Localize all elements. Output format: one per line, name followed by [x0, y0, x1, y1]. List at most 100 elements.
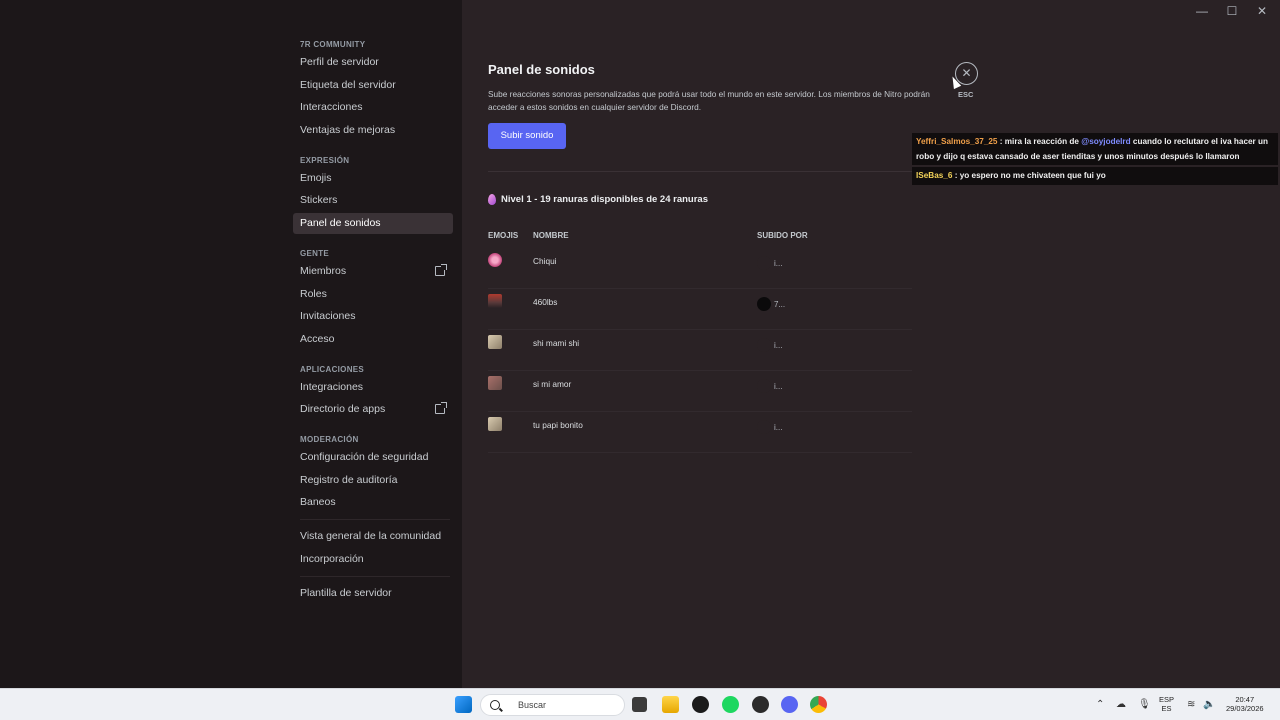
sidebar-item-label: Directorio de apps [300, 403, 386, 416]
sound-name: Chiqui [533, 256, 557, 266]
sound-row[interactable]: tu papi bonito i... [488, 412, 912, 453]
sidebar-item-incorporacion[interactable]: Incorporación [293, 549, 453, 570]
category-people: GENTE [300, 248, 330, 258]
task-view-icon[interactable] [632, 697, 647, 712]
sidebar-item-baneos[interactable]: Baneos [293, 492, 453, 513]
uploader-name: 7... [774, 299, 786, 309]
clock[interactable]: 20:47 29/03/2026 [1226, 695, 1264, 713]
window-controls: — ☐ ✕ [1196, 4, 1268, 18]
external-link-icon [435, 263, 447, 276]
avatar [757, 338, 771, 352]
divider [300, 519, 450, 521]
uploader-name: i... [774, 340, 783, 350]
stream-chat-overlay: Yeffri_Salmos_37_25 : mira la reacción d… [912, 133, 1278, 187]
clock-date: 29/03/2026 [1226, 704, 1264, 713]
sidebar-item-plantilla[interactable]: Plantilla de servidor [293, 583, 453, 604]
sidebar-item-auditoria[interactable]: Registro de auditoría [293, 470, 453, 491]
boost-level: Nivel 1 - 19 ranuras disponibles de 24 r… [488, 194, 708, 205]
sound-name: shi mami shi [533, 338, 580, 348]
avatar [757, 379, 771, 393]
cloud-icon[interactable]: ☁ [1116, 699, 1126, 710]
sound-uploader: i... [757, 420, 782, 434]
volume-icon[interactable]: 🔈 [1203, 699, 1215, 710]
column-header-emojis: EMOJIS [488, 231, 519, 240]
sound-uploader: i... [757, 379, 782, 393]
chat-text: : mira la reacción de [997, 137, 1082, 146]
chrome-icon[interactable] [810, 696, 827, 713]
sound-uploader: 7... [757, 297, 785, 311]
column-header-name: NOMBRE [533, 231, 569, 240]
language-indicator[interactable]: ESP ES [1159, 695, 1174, 713]
sound-name: si mi amor [533, 379, 572, 389]
microphone-icon[interactable]: 🎙 [1138, 699, 1151, 710]
avatar [757, 256, 771, 270]
sound-emoji-icon [488, 335, 502, 349]
sound-row[interactable]: shi mami shi i... [488, 330, 912, 371]
clock-time: 20:47 [1235, 695, 1255, 704]
sound-emoji-icon [488, 294, 502, 308]
sidebar-item-integraciones[interactable]: Integraciones [293, 377, 453, 398]
windows-start-icon[interactable] [455, 696, 472, 713]
category-moderation: MODERACIÓN [300, 434, 359, 444]
soundboard-panel: Panel de sonidos Sube reacciones sonoras… [462, 0, 1280, 688]
page-description: Sube reacciones sonoras personalizadas q… [488, 89, 930, 112]
taskbar: Buscar ⌃ ☁ 🎙 ESP ES ≋ 🔈 20:47 29/03/2026 [0, 688, 1280, 720]
spotify-icon[interactable] [722, 696, 739, 713]
sidebar-item-panel-sonidos[interactable]: Panel de sonidos [293, 213, 453, 235]
sound-row[interactable]: si mi amor i... [488, 371, 912, 412]
sidebar-item-miembros[interactable]: Miembros [293, 261, 453, 282]
search-placeholder: Buscar [518, 700, 547, 710]
sidebar-item-comunidad[interactable]: Vista general de la comunidad [293, 526, 453, 547]
page-title: Panel de sonidos [488, 62, 595, 77]
sidebar-item-directorio[interactable]: Directorio de apps [293, 399, 453, 420]
sound-name: tu papi bonito [533, 420, 583, 430]
wifi-icon[interactable]: ≋ [1187, 699, 1195, 710]
sidebar-item-ventajas[interactable]: Ventajas de mejoras [293, 120, 453, 141]
sidebar-item-stickers[interactable]: Stickers [293, 190, 453, 211]
chat-message: Yeffri_Salmos_37_25 : mira la reacción d… [912, 133, 1278, 165]
sidebar-item-acceso[interactable]: Acceso [293, 329, 453, 350]
language-code: ESP [1159, 695, 1175, 704]
sidebar-item-roles[interactable]: Roles [293, 284, 453, 305]
sidebar-item-etiqueta[interactable]: Etiqueta del servidor [293, 75, 453, 96]
sidebar-item-label: Miembros [300, 264, 347, 277]
maximize-icon[interactable]: ☐ [1226, 4, 1238, 18]
sound-name: 460lbs [533, 297, 558, 307]
category-server-name: 7R COMMUNITY [300, 40, 366, 49]
chat-mention: @soyjodelrd [1081, 137, 1131, 146]
app-icon[interactable] [752, 696, 769, 713]
sound-uploader: i... [757, 338, 782, 352]
esc-label: ESC [958, 90, 974, 99]
chat-text: : yo espero no me chivateen que fui yo [952, 171, 1106, 180]
search-icon [490, 700, 500, 710]
sound-row[interactable]: Chiqui i... [488, 248, 912, 289]
upload-sound-button[interactable]: Subir sonido [488, 123, 566, 149]
sound-emoji-icon [488, 253, 502, 267]
category-apps: APLICACIONES [300, 364, 365, 374]
discord-icon[interactable] [781, 696, 798, 713]
sidebar-item-seguridad[interactable]: Configuración de seguridad [293, 447, 453, 468]
chat-message: ISeBas_6 : yo espero no me chivateen que… [912, 167, 1278, 185]
sidebar-item-invitaciones[interactable]: Invitaciones [293, 306, 453, 327]
sidebar-item-interacciones[interactable]: Interacciones [293, 97, 453, 118]
minimize-icon[interactable]: — [1196, 4, 1208, 18]
uploader-name: i... [774, 422, 783, 432]
chevron-up-icon[interactable]: ⌃ [1096, 699, 1104, 710]
divider [300, 576, 450, 577]
boost-gem-icon [488, 194, 496, 205]
app-icon[interactable] [692, 696, 709, 713]
sound-row[interactable]: 460lbs 7... [488, 289, 912, 330]
taskbar-search[interactable]: Buscar [480, 694, 625, 716]
sidebar-item-emojis[interactable]: Emojis [293, 168, 453, 189]
sidebar-item-perfil[interactable]: Perfil de servidor [293, 52, 453, 73]
divider [488, 171, 912, 172]
close-window-icon[interactable]: ✕ [1256, 4, 1268, 18]
file-explorer-icon[interactable] [662, 696, 679, 713]
keyboard-code: ES [1161, 704, 1172, 713]
column-header-uploaded-by: SUBIDO POR [757, 231, 808, 240]
avatar [757, 297, 771, 311]
sound-emoji-icon [488, 376, 502, 390]
category-expression: EXPRESIÓN [300, 155, 350, 165]
chat-username: ISeBas_6 [916, 171, 953, 180]
uploader-name: i... [774, 258, 783, 268]
